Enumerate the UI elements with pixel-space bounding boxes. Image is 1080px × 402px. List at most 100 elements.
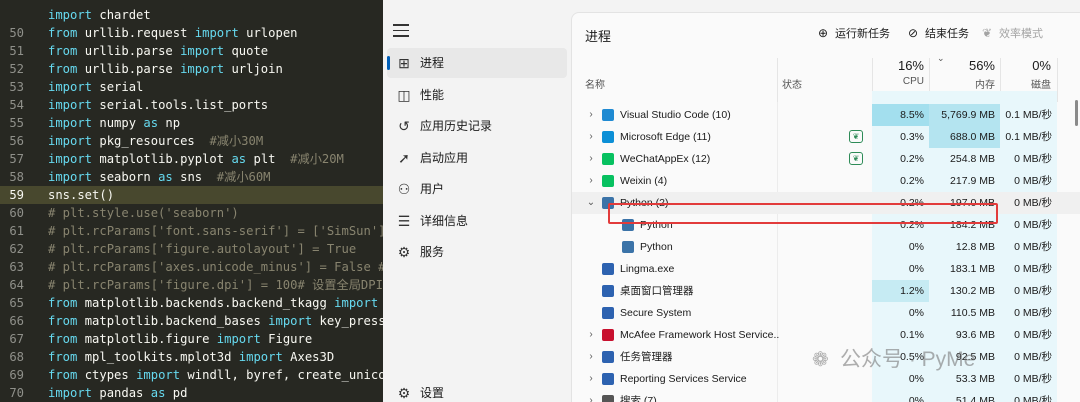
sidebar-item-startup[interactable]: ➚ 启动应用 <box>387 143 567 173</box>
line-number: 59 <box>9 188 24 202</box>
process-mem-value: 5,769.9 MB <box>929 104 1000 126</box>
process-row[interactable]: › WeChatAppEx (12) ❦ 0.2% 254.8 MB 0 MB/秒 <box>572 148 1080 170</box>
scrollbar-thumb[interactable] <box>1075 100 1078 126</box>
code-line[interactable]: 53 import serial <box>0 78 383 96</box>
leaf-icon: ❦ <box>981 26 993 40</box>
code-line[interactable]: 66 from matplotlib.backend_bases import k… <box>0 312 383 330</box>
code-line[interactable]: 61 # plt.rcParams['font.sans-serif'] = ['… <box>0 222 383 240</box>
code-line[interactable]: 67 from matplotlib.figure import Figure <box>0 330 383 348</box>
code-text: from matplotlib.backends.backend_tkagg i… <box>48 296 379 310</box>
code-line[interactable]: 68 from mpl_toolkits.mplot3d import Axes3… <box>0 348 383 366</box>
code-line[interactable]: 54 import serial.tools.list_ports <box>0 96 383 114</box>
cpu-total: 16% <box>897 58 924 73</box>
process-row[interactable]: › Visual Studio Code (10) 8.5% 5,769.9 MB 0.… <box>572 104 1080 126</box>
process-name: WeChatAppEx (12) <box>620 153 711 165</box>
code-text: import pandas as pd <box>48 386 188 400</box>
sidebar-item-users[interactable]: ⚇ 用户 <box>387 174 567 204</box>
column-header-disk[interactable]: 磁盘 <box>1000 76 1051 91</box>
process-disk-value: 0 MB/秒 <box>1014 285 1052 297</box>
code-line[interactable]: 58 import seaborn as sns #减小60M <box>0 168 383 186</box>
process-name: Visual Studio Code (10) <box>620 109 731 121</box>
chevron-right-icon[interactable]: › <box>586 126 596 148</box>
process-row[interactable]: Secure System 0% 110.5 MB 0 MB/秒 <box>572 302 1080 324</box>
column-header-memory[interactable]: 内存 <box>929 76 995 91</box>
line-number: 67 <box>9 332 24 346</box>
process-name: Weixin (4) <box>620 175 668 187</box>
process-icon <box>602 307 614 319</box>
line-number: 65 <box>9 296 24 310</box>
code-line[interactable]: 65 from matplotlib.backends.backend_tkagg… <box>0 294 383 312</box>
process-icon <box>602 175 614 187</box>
process-row[interactable]: › Microsoft Edge (11) ❦ 0.3% 688.0 MB 0.1 MB/… <box>572 126 1080 148</box>
process-icon <box>602 329 614 341</box>
process-icon <box>602 285 614 297</box>
sidebar-item-services[interactable]: ⚙ 服务 <box>387 237 567 267</box>
hamburger-menu-icon[interactable] <box>393 24 409 38</box>
line-number: 53 <box>9 80 24 94</box>
process-row[interactable]: 桌面窗口管理器 1.2% 130.2 MB 0 MB/秒 <box>572 280 1080 302</box>
code-text: import matplotlib.pyplot as plt #减小20M <box>48 152 344 166</box>
disk-total: 0% <box>1032 58 1051 73</box>
process-row[interactable]: › Weixin (4) 0.2% 217.9 MB 0 MB/秒 <box>572 170 1080 192</box>
chevron-right-icon[interactable]: › <box>586 390 596 402</box>
code-text: import numpy as np <box>48 116 181 130</box>
process-cpu-value: 0.2% <box>900 175 924 187</box>
performance-icon: ◫ <box>397 86 411 103</box>
code-line[interactable]: 60 # plt.style.use('seaborn') <box>0 204 383 222</box>
process-cpu-value: 8.5% <box>872 104 929 126</box>
code-line[interactable]: import chardet <box>0 6 383 24</box>
sidebar-item-history[interactable]: ↺ 应用历史记录 <box>387 111 567 141</box>
code-line[interactable]: 57 import matplotlib.pyplot as plt #减小20M <box>0 150 383 168</box>
code-text: # plt.style.use('seaborn') <box>48 206 239 220</box>
chevron-right-icon[interactable]: › <box>586 368 596 390</box>
process-mem-value: 110.5 MB <box>950 307 995 319</box>
process-row[interactable]: Lingma.exe 0% 183.1 MB 0 MB/秒 <box>572 258 1080 280</box>
sidebar-item-performance[interactable]: ◫ 性能 <box>387 80 567 110</box>
sidebar-item-label: 应用历史记录 <box>420 119 493 133</box>
column-header-name[interactable]: 名称 <box>585 76 605 91</box>
code-line[interactable]: 51 from urllib.parse import quote <box>0 42 383 60</box>
efficiency-leaf-icon: ❦ <box>849 152 863 165</box>
sidebar-item-details[interactable]: ☰ 详细信息 <box>387 206 567 236</box>
process-name: Python <box>640 241 673 253</box>
code-text: from urllib.parse import quote <box>48 44 269 58</box>
processes-icon: ⊞ <box>398 55 410 71</box>
code-line[interactable]: 64 # plt.rcParams['figure.dpi'] = 100# 设置… <box>0 276 383 294</box>
chevron-right-icon[interactable]: › <box>586 346 596 368</box>
end-task-button[interactable]: ⊘ 结束任务 <box>906 25 969 41</box>
startup-icon: ➚ <box>398 149 410 166</box>
task-manager-window: ⊞ 进程 ◫ 性能 ↺ 应用历史记录 ➚ 启动应用 ⚇ 用户 ☰ 详细信息 ⚙ 服务 ⚙ 设置 进程 ⊕ 运… <box>383 0 1080 402</box>
code-line[interactable]: 55 import numpy as np <box>0 114 383 132</box>
chevron-right-icon[interactable]: › <box>586 104 596 126</box>
process-disk-value: 0 MB/秒 <box>1014 373 1052 385</box>
process-icon <box>602 395 614 402</box>
chevron-down-icon[interactable]: ⌄ <box>586 192 596 214</box>
sidebar-item-processes[interactable]: ⊞ 进程 <box>387 48 567 78</box>
process-row[interactable]: › 搜索 (7) 0% 51.4 MB 0 MB/秒 <box>572 390 1080 402</box>
line-number: 51 <box>9 44 24 58</box>
code-text: # plt.rcParams['figure.dpi'] = 100# 设置全局… <box>48 278 383 292</box>
code-line[interactable]: 52 from urllib.parse import urljoin <box>0 60 383 78</box>
run-new-task-button[interactable]: ⊕ 运行新任务 <box>816 25 890 41</box>
process-mem-value: 12.8 MB <box>955 241 995 253</box>
code-line[interactable]: 63 # plt.rcParams['axes.unicode_minus'] =… <box>0 258 383 276</box>
code-editor[interactable]: import chardet 50 from urllib.request impo… <box>0 0 383 402</box>
column-header-cpu[interactable]: CPU <box>872 76 924 87</box>
process-name: Reporting Services Service <box>620 373 747 385</box>
chevron-right-icon[interactable]: › <box>586 324 596 346</box>
line-number: 70 <box>9 386 24 400</box>
code-line[interactable]: 70 import pandas as pd <box>0 384 383 402</box>
process-disk-value: 0 MB/秒 <box>1014 197 1052 209</box>
chevron-right-icon[interactable]: › <box>586 170 596 192</box>
code-line[interactable]: 56 import pkg_resources #减小30M <box>0 132 383 150</box>
code-line[interactable]: 59 sns.set() <box>0 186 383 204</box>
process-row[interactable]: Python 0% 12.8 MB 0 MB/秒 <box>572 236 1080 258</box>
column-header-status[interactable]: 状态 <box>782 76 802 91</box>
efficiency-mode-button[interactable]: ❦ 效率模式 <box>980 25 1043 41</box>
code-line[interactable]: 50 from urllib.request import urlopen <box>0 24 383 42</box>
sidebar-item-settings[interactable]: ⚙ 设置 <box>387 378 567 402</box>
line-number: 61 <box>9 224 24 238</box>
chevron-right-icon[interactable]: › <box>586 148 596 170</box>
code-line[interactable]: 62 # plt.rcParams['figure.autolayout'] = … <box>0 240 383 258</box>
code-line[interactable]: 69 from ctypes import windll, byref, crea… <box>0 366 383 384</box>
